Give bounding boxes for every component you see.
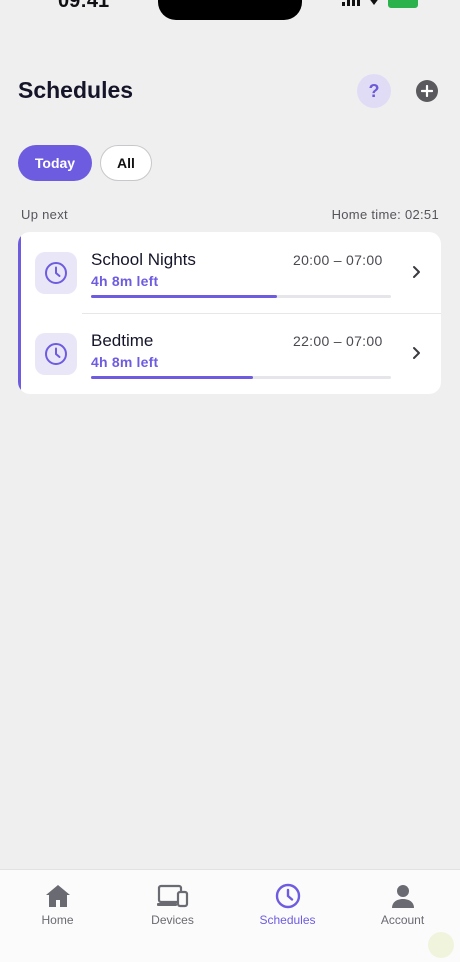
filter-chips: Today All	[18, 145, 152, 181]
tab-label: Account	[380, 913, 425, 927]
status-bar: 09:41	[0, 0, 460, 20]
wifi-icon	[368, 0, 380, 5]
tab-schedules[interactable]: Schedules	[230, 870, 345, 962]
schedule-item-bedtime[interactable]: Bedtime 22:00 – 07:00 4h 8m left	[18, 313, 441, 394]
filter-today[interactable]: Today	[18, 145, 92, 181]
signal-icon	[342, 0, 360, 6]
plus-icon	[421, 85, 433, 97]
devices-icon	[156, 884, 188, 908]
clock-icon	[45, 262, 67, 284]
tab-home[interactable]: Home	[0, 870, 115, 962]
page-title: Schedules	[18, 77, 134, 103]
dynamic-island	[158, 0, 302, 20]
schedule-item-school-nights[interactable]: School Nights 20:00 – 07:00 4h 8m left	[18, 232, 441, 313]
home-time: Home time: 02:51	[331, 207, 439, 222]
page-header: Schedules ?	[18, 74, 442, 110]
chevron-right-icon	[410, 264, 422, 280]
tab-bar: Home Devices Schedules Account	[0, 869, 460, 962]
filter-all[interactable]: All	[100, 145, 152, 181]
section-header: Up next Home time: 02:51	[21, 207, 439, 223]
assistive-touch-icon[interactable]	[428, 932, 454, 958]
chevron-right-icon	[410, 345, 422, 361]
status-icons	[342, 0, 418, 8]
tab-devices[interactable]: Devices	[115, 870, 230, 962]
clock-icon	[45, 343, 67, 365]
schedule-progress-track	[91, 376, 391, 379]
battery-icon	[388, 0, 418, 8]
schedule-name: Bedtime	[91, 331, 154, 350]
status-time: 09:41	[58, 0, 110, 12]
schedule-remaining: 4h 8m left	[91, 354, 159, 370]
tab-label: Schedules	[259, 913, 316, 927]
schedule-icon-tile	[35, 252, 77, 294]
clock-icon	[275, 883, 300, 909]
schedule-progress-fill	[91, 376, 253, 379]
schedule-remaining: 4h 8m left	[91, 273, 159, 289]
schedule-progress-fill	[91, 295, 277, 298]
schedule-list: School Nights 20:00 – 07:00 4h 8m left B…	[18, 232, 441, 394]
tab-label: Home	[41, 913, 74, 927]
schedule-name: School Nights	[91, 250, 196, 269]
schedule-progress-track	[91, 295, 391, 298]
person-icon	[391, 885, 414, 908]
add-schedule-button[interactable]	[416, 80, 438, 102]
home-icon	[45, 885, 70, 907]
section-label: Up next	[21, 207, 68, 222]
tab-label: Devices	[151, 913, 194, 927]
schedule-icon-tile	[35, 333, 77, 375]
schedule-time-range: 20:00 – 07:00	[293, 252, 383, 268]
schedule-time-range: 22:00 – 07:00	[293, 333, 383, 349]
help-button[interactable]: ?	[357, 74, 391, 108]
